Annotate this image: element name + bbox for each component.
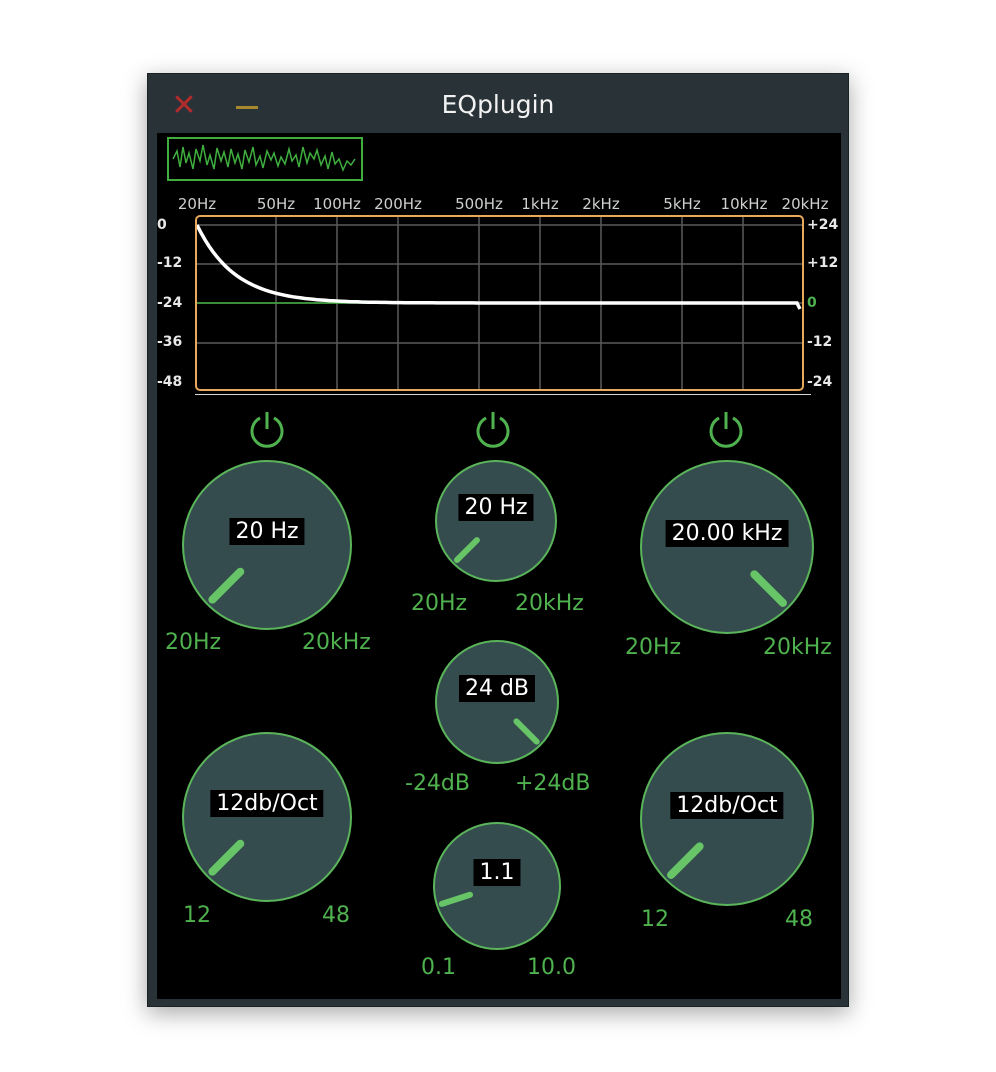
middle-frequency-min-label: 20Hz	[411, 591, 468, 616]
db-tick-label: -48	[157, 374, 183, 390]
knob-body	[182, 732, 352, 902]
middle-gain-min-label: -24dB	[405, 771, 470, 796]
knob-value: 12db/Oct	[670, 792, 784, 819]
db-tick-label: 0	[157, 217, 167, 233]
right-frequency-knob[interactable]: 20.00 kHz	[639, 459, 815, 635]
middle-gain-knob[interactable]: 24 dB	[434, 639, 560, 765]
power-icon	[250, 412, 284, 448]
knob-value: 20.00 kHz	[665, 520, 789, 547]
middle-frequency-knob[interactable]: 20 Hz	[434, 459, 558, 583]
knob-dial	[640, 732, 814, 906]
db-tick-label: 0	[807, 295, 817, 311]
left-frequency-max-label: 20kHz	[302, 630, 371, 655]
db-tick-label: +12	[807, 255, 839, 271]
waveform-icon	[172, 144, 356, 173]
knob-dial	[435, 460, 557, 582]
left-band-power-button[interactable]	[247, 409, 287, 449]
frequency-tick-label: 5kHz	[663, 195, 701, 213]
right-band-power-button[interactable]	[706, 409, 746, 449]
frequency-tick-label: 20kHz	[781, 195, 829, 213]
left-frequency-min-label: 20Hz	[165, 630, 222, 655]
knob-body	[435, 460, 557, 582]
knob-dial	[433, 822, 561, 950]
knob-value: 24 dB	[458, 675, 536, 702]
eq-response-plot	[197, 217, 802, 389]
knob-body	[435, 640, 559, 764]
plugin-content: 20Hz 50Hz 100Hz 200Hz 500Hz 1kHz 2kHz 5kHz 10kHz…	[157, 133, 841, 999]
db-tick-label: +24	[807, 217, 839, 233]
right-slope-max-label: 48	[785, 907, 813, 932]
left-slope-knob[interactable]: 12db/Oct	[181, 731, 353, 903]
knob-body	[640, 732, 814, 906]
knob-dial	[435, 640, 559, 764]
plugin-window: ✕ EQplugin 20Hz 50Hz 100Hz 200Hz 500Hz 1kHz 2k…	[147, 73, 849, 1007]
graph-divider	[195, 394, 811, 395]
frequency-tick-label: 50Hz	[256, 195, 296, 213]
frequency-tick-label: 10kHz	[720, 195, 768, 213]
eq-response-graph[interactable]	[195, 215, 804, 391]
window-title: EQplugin	[441, 90, 555, 119]
db-tick-label: -12	[807, 334, 833, 350]
frequency-tick-label: 20Hz	[177, 195, 217, 213]
knob-body	[182, 460, 352, 630]
middle-band-power-button[interactable]	[473, 409, 513, 449]
knob-dial	[182, 460, 352, 630]
knob-value: 20 Hz	[458, 494, 534, 521]
knob-body	[433, 822, 561, 950]
knob-dial	[182, 732, 352, 902]
knob-value: 12db/Oct	[210, 790, 324, 817]
right-frequency-max-label: 20kHz	[763, 635, 832, 660]
middle-q-knob[interactable]: 1.1	[432, 821, 562, 951]
right-frequency-min-label: 20Hz	[625, 635, 682, 660]
power-icon	[476, 412, 510, 448]
eq-response-curve	[197, 224, 802, 310]
frequency-tick-label: 500Hz	[455, 195, 503, 213]
left-slope-min-label: 12	[183, 903, 211, 928]
db-tick-label: -24	[157, 295, 183, 311]
middle-q-max-label: 10.0	[527, 955, 576, 980]
left-frequency-knob[interactable]: 20 Hz	[181, 459, 353, 631]
middle-frequency-max-label: 20kHz	[515, 591, 584, 616]
db-tick-label: -36	[157, 334, 183, 350]
knob-value: 1.1	[473, 859, 521, 886]
title-bar[interactable]: ✕ EQplugin	[148, 74, 848, 134]
frequency-tick-label: 100Hz	[313, 195, 361, 213]
middle-gain-max-label: +24dB	[515, 771, 591, 796]
db-tick-label: -12	[157, 255, 183, 271]
left-slope-max-label: 48	[322, 903, 350, 928]
frequency-tick-label: 2kHz	[582, 195, 620, 213]
knob-body	[640, 460, 814, 634]
right-slope-knob[interactable]: 12db/Oct	[639, 731, 815, 907]
power-icon	[709, 412, 743, 448]
right-slope-min-label: 12	[641, 907, 669, 932]
frequency-tick-label: 1kHz	[521, 195, 559, 213]
knob-dial	[640, 460, 814, 634]
knob-value: 20 Hz	[229, 518, 305, 545]
waveform-preview[interactable]	[167, 137, 363, 181]
db-tick-label: -24	[807, 374, 833, 390]
frequency-tick-label: 200Hz	[374, 195, 422, 213]
middle-q-min-label: 0.1	[421, 955, 456, 980]
